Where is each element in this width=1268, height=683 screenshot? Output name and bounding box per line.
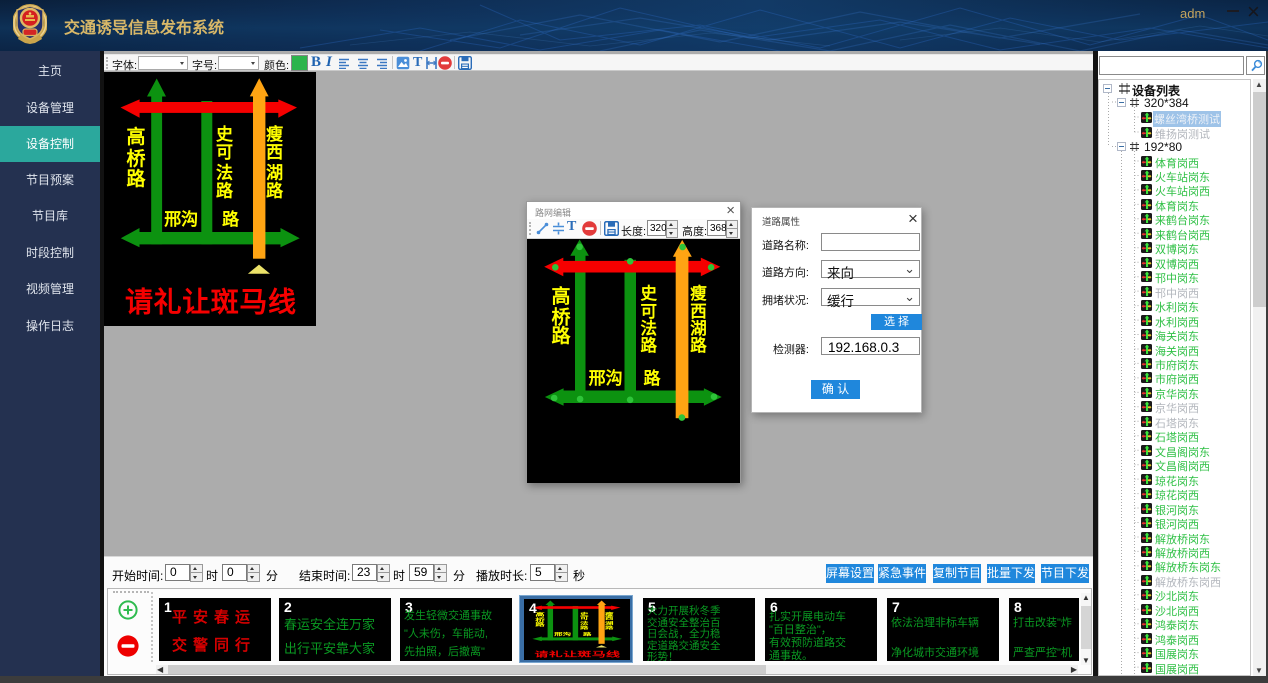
svg-text:瘦: 瘦: [690, 283, 707, 303]
svg-text:路: 路: [126, 167, 146, 190]
svg-text:高: 高: [126, 125, 145, 148]
svg-text:请礼让斑马线: 请礼让斑马线: [125, 287, 296, 318]
svg-text:邢沟: 邢沟: [589, 368, 623, 388]
svg-text:西: 西: [605, 616, 614, 621]
svg-text:邢沟: 邢沟: [164, 209, 198, 229]
svg-text:桥: 桥: [551, 305, 571, 328]
svg-text:湖: 湖: [266, 163, 283, 182]
svg-text:路: 路: [690, 335, 707, 355]
svg-text:高: 高: [551, 284, 570, 307]
svg-text:请礼让斑马线: 请礼让斑马线: [535, 650, 621, 659]
svg-text:路: 路: [266, 180, 284, 200]
svg-text:路: 路: [216, 180, 234, 200]
svg-text:路: 路: [535, 621, 545, 627]
svg-text:桥: 桥: [126, 147, 146, 170]
svg-text:西: 西: [266, 143, 283, 162]
svg-text:法: 法: [216, 162, 233, 182]
svg-text:路: 路: [644, 368, 662, 388]
svg-text:路: 路: [641, 335, 658, 355]
svg-text:湖: 湖: [690, 319, 707, 338]
svg-text:法: 法: [641, 318, 658, 338]
svg-text:史: 史: [641, 283, 658, 303]
svg-text:西: 西: [690, 303, 707, 321]
svg-text:可: 可: [580, 616, 589, 621]
svg-text:可: 可: [216, 143, 233, 162]
svg-text:可: 可: [641, 303, 658, 321]
svg-text:瘦: 瘦: [266, 124, 283, 144]
svg-text:史: 史: [216, 124, 234, 144]
svg-text:路: 路: [222, 209, 240, 229]
svg-text:路: 路: [551, 324, 571, 347]
